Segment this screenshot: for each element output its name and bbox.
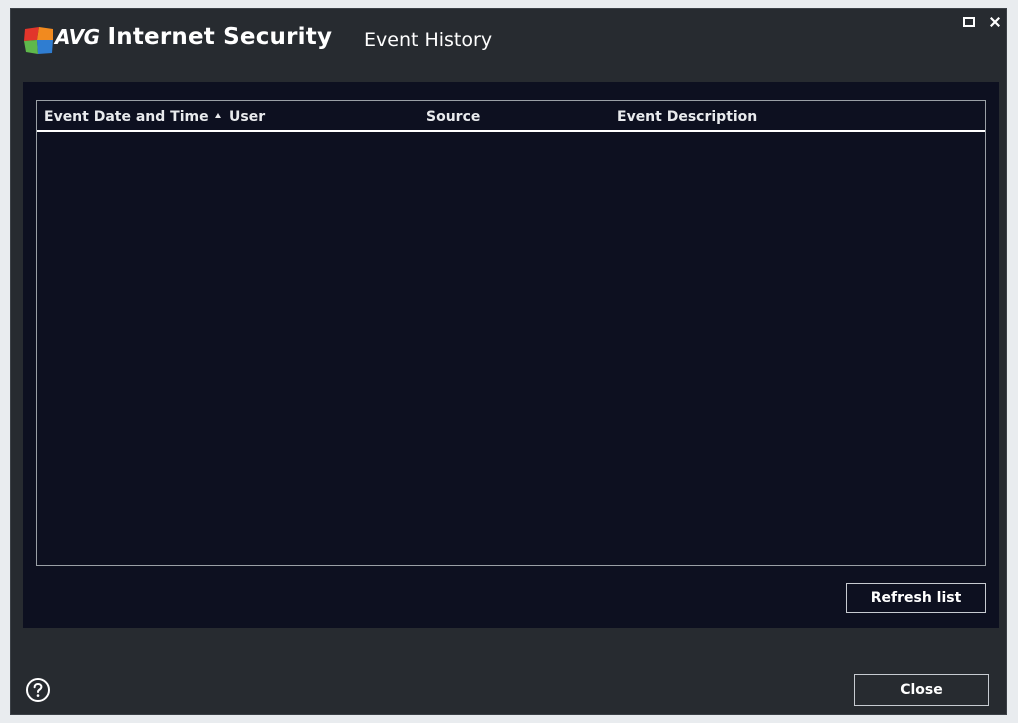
sort-ascending-icon: [215, 113, 221, 118]
content-panel: Event Date and Time User Source Event De…: [23, 82, 999, 628]
column-header-event-date-time[interactable]: Event Date and Time: [44, 109, 209, 125]
title-bar: AVG Internet Security Event History: [11, 9, 1006, 79]
brand-short-name: AVG: [55, 25, 100, 49]
refresh-list-button[interactable]: Refresh list: [846, 583, 986, 613]
window-close-button[interactable]: [987, 14, 1003, 30]
column-header-user-label: User: [229, 109, 266, 125]
product-name: Internet Security: [107, 24, 333, 50]
column-header-event-description[interactable]: Event Description: [617, 109, 757, 125]
table-header: Event Date and Time User Source Event De…: [37, 101, 985, 132]
help-icon[interactable]: [25, 677, 51, 703]
column-header-user[interactable]: User: [215, 109, 265, 125]
app-brand: AVG Internet Security: [55, 24, 332, 56]
event-history-window: AVG Internet Security Event History Even…: [10, 8, 1007, 715]
event-table: Event Date and Time User Source Event De…: [36, 100, 986, 566]
dialog-title: Event History: [364, 29, 493, 51]
column-header-source[interactable]: Source: [426, 109, 480, 125]
close-button[interactable]: Close: [854, 674, 989, 706]
maximize-icon: [963, 17, 975, 27]
maximize-button[interactable]: [961, 14, 977, 30]
avg-logo-icon: [24, 27, 53, 54]
close-icon: [990, 17, 1000, 27]
table-body[interactable]: [37, 132, 985, 565]
